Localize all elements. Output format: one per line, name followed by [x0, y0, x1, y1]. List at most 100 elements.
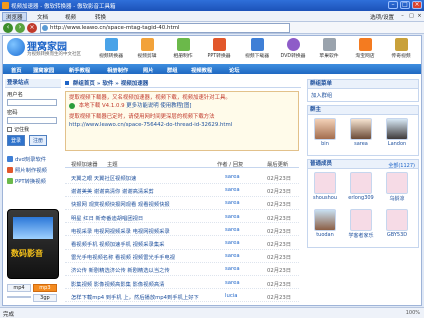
format-mp3[interactable]: mp3	[32, 284, 57, 292]
login-button[interactable]: 登录	[7, 135, 26, 146]
crumb-group[interactable]: 群组首页	[73, 81, 95, 87]
back-icon[interactable]: ‹	[3, 23, 13, 33]
topic-title[interactable]: 电视采录 电视网视频采录 电视网视频采录	[71, 227, 211, 235]
topic-title[interactable]: 雷光手电视频名称 看视频 视频雷光手手电视	[71, 253, 211, 261]
options-menu[interactable]: 选项/设置	[370, 13, 394, 21]
photo-video-icon	[7, 167, 13, 173]
topic-author[interactable]: lucia	[225, 293, 237, 299]
owner-avatar-item[interactable]: Landon	[384, 118, 410, 147]
topic-author[interactable]: sarea	[225, 280, 240, 286]
remember-checkbox[interactable]: 记住我	[7, 126, 59, 133]
sub-minimize-button[interactable]: –	[399, 13, 406, 19]
owner-avatar-item[interactable]: bin	[312, 118, 338, 147]
url-input[interactable]: http://www.leawo.cn/space-mtag-tagid-40.…	[40, 23, 290, 33]
site-logo[interactable]: 狸窝家园 为视频转换而生的中文社区	[7, 38, 81, 60]
topic-author[interactable]: sarea	[225, 253, 240, 259]
forward-icon[interactable]: ›	[15, 23, 25, 33]
topic-title[interactable]: 济公传 新剧精选济公传 新剧精选以当之传	[71, 266, 211, 274]
topicon-apple[interactable]: 苹果软件	[313, 38, 345, 62]
member-avatar-item[interactable]: erlong309	[348, 172, 374, 201]
more-features-link[interactable]: 更多功能说明	[126, 103, 158, 109]
topicon-dvd[interactable]: DVD转换器	[277, 38, 309, 62]
topic-title[interactable]: 谢谢美美 谢谢高清你 谢谢高清采剪	[71, 187, 211, 195]
topic-title[interactable]: 快报网 观赏视频快报网观看 观看视频快报	[71, 200, 211, 208]
nav-photos[interactable]: 照片	[143, 66, 154, 74]
notice-thread-link[interactable]: http://www.leawo.cn/space-756442-do-thre…	[69, 121, 295, 129]
topic-title[interactable]: 看视频手机 视频加速手机 视频采录集采	[71, 240, 211, 248]
topicon-ppt[interactable]: PPT转换器	[203, 38, 235, 62]
table-row[interactable]: 电视采录 电视网视频采录 电视网视频采录 sarea 02月23日	[65, 224, 299, 237]
download-version-link[interactable]: 本地下载 V4.1.0.9	[79, 103, 125, 109]
table-row[interactable]: 怎样下载mp4 到手机 上，然后播放mp4到手机上好下 lucia 02月23日	[65, 290, 299, 303]
owner-avatar-item[interactable]: sarea	[348, 118, 374, 147]
topicon-taobao[interactable]: 淘宝网店	[349, 38, 381, 62]
sidelink-dvd[interactable]: dvd刻录软件	[7, 155, 59, 163]
member-avatar-item[interactable]: GBY53D	[384, 209, 410, 238]
member-avatar-item[interactable]: 学客者家乐	[348, 209, 374, 239]
topic-author[interactable]: sarea	[225, 174, 240, 180]
topic-author[interactable]: sarea	[225, 214, 240, 220]
sub-maximize-button[interactable]: □	[408, 13, 415, 19]
ppt-icon	[212, 38, 226, 51]
topicon-video-converter[interactable]: 视频转换器	[95, 38, 127, 62]
format-3gp[interactable]: 3gp	[32, 294, 57, 302]
topic-title[interactable]: 怎样下载mp4 到手机 上，然后播放mp4到手机上好下	[71, 293, 211, 301]
topic-author[interactable]: sarea	[225, 187, 240, 193]
table-row[interactable]: 明星 红日 新奇番迪胡唱团视日 sarea 02月23日	[65, 211, 299, 224]
member-avatar-item[interactable]: 乌龄凉	[384, 172, 410, 202]
nav-forum[interactable]: 论坛	[229, 66, 240, 74]
table-row[interactable]: 雷光手电视频名称 看视频 视频雷光手手电视 sarea 02月23日	[65, 250, 299, 263]
member-avatar-item[interactable]: tuodan	[312, 209, 338, 238]
menu-convert[interactable]: 转换	[92, 13, 109, 21]
table-row[interactable]: 天翼之眼 天翼社区视频加速 sarea 02月23日	[65, 171, 299, 184]
topic-author[interactable]: sarea	[225, 240, 240, 246]
username-input[interactable]	[7, 99, 57, 106]
media-player-ad[interactable]: 数码影音	[7, 209, 59, 279]
sub-close-button[interactable]: ×	[416, 13, 423, 19]
topicon-downloader[interactable]: 视频下载器	[241, 38, 273, 62]
topic-title[interactable]: 天翼之眼 天翼社区视频加速	[71, 174, 211, 182]
topicon-legend[interactable]: 传奇视频	[385, 38, 417, 62]
zoom-level[interactable]: 100%	[406, 310, 420, 316]
format-mp4[interactable]: mp4	[7, 284, 31, 292]
nav-album[interactable]: 相册制作	[107, 66, 128, 74]
table-row[interactable]: 影集视频 影像视频高影集 影像视频高清 sarea 02月23日	[65, 277, 299, 290]
password-input[interactable]	[7, 117, 57, 124]
table-row[interactable]: 快报网 观赏视频快报网观看 观看视频快报 sarea 02月23日	[65, 197, 299, 210]
close-button[interactable]: ×	[412, 1, 422, 9]
nav-video-tutorials[interactable]: 视频教程	[191, 66, 212, 74]
member-avatar-item[interactable]: shoushou	[312, 172, 338, 201]
topicon-album[interactable]: 相册制作	[167, 38, 199, 62]
stop-icon[interactable]: ×	[27, 23, 37, 33]
group-notice: 提取视频下载器，又名视频加速器，视频下载，视频加速针对工具。 本地下载 V4.1…	[65, 91, 299, 151]
crumb-category[interactable]: 软件	[102, 81, 113, 87]
topic-author[interactable]: sarea	[225, 200, 240, 206]
table-row[interactable]: 谢谢美美 谢谢高清你 谢谢高清采剪 sarea 02月23日	[65, 184, 299, 197]
join-group-link[interactable]: 加入群组	[308, 89, 418, 101]
nav-home[interactable]: 首页	[11, 66, 22, 74]
minimize-button[interactable]: –	[388, 1, 398, 9]
sidelink-ppt[interactable]: PPT转换视频	[7, 177, 59, 185]
format-blank[interactable]	[7, 296, 31, 298]
nav-groups[interactable]: 群组	[167, 66, 178, 74]
crumb-current[interactable]: 视频加速器	[121, 81, 149, 87]
topicon-video-edit[interactable]: 视频剪辑	[131, 38, 163, 62]
members-title-text: 普通成员	[310, 161, 333, 167]
menu-video[interactable]: 视频	[62, 13, 79, 21]
table-row[interactable]: 济公传 新剧精选济公传 新剧精选以当之传 sarea 02月23日	[65, 263, 299, 276]
topic-author[interactable]: sarea	[225, 227, 240, 233]
usage-tutorial-link[interactable]: 使用教程[图]	[160, 103, 191, 109]
topic-date: 02月23日	[267, 268, 292, 275]
avatar	[386, 118, 408, 140]
table-row[interactable]: 看视频手机 视频加速手机 视频采录集采 sarea 02月23日	[65, 237, 299, 250]
menu-docs[interactable]: 文档	[34, 13, 51, 21]
sidelink-photo-video[interactable]: 照片制作视频	[7, 166, 59, 174]
menu-browser[interactable]: 浏览器	[2, 12, 27, 21]
topic-title[interactable]: 明星 红日 新奇番迪胡唱团视日	[71, 214, 211, 222]
nav-tutorials[interactable]: 新手教程	[69, 66, 90, 74]
topic-title[interactable]: 影集视频 影像视频高影集 影像视频高清	[71, 280, 211, 288]
register-button[interactable]: 注册	[28, 135, 47, 146]
topic-author[interactable]: sarea	[225, 266, 240, 272]
nav-home-community[interactable]: 狸窝家园	[33, 66, 54, 74]
maximize-button[interactable]: □	[400, 1, 410, 9]
